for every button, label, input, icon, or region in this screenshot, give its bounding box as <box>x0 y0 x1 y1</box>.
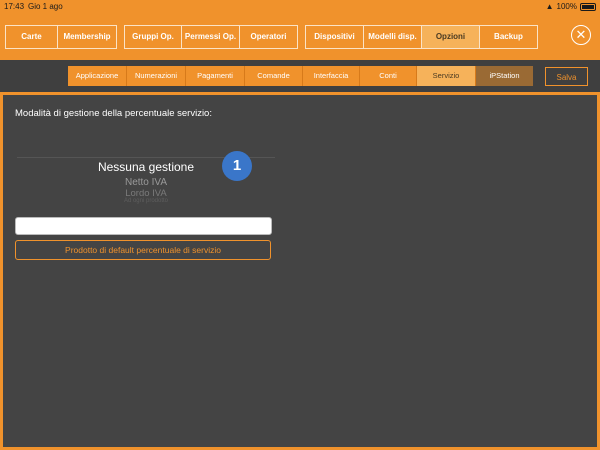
step-badge: 1 <box>222 151 252 181</box>
subtab-comande[interactable]: Comande <box>245 66 303 86</box>
options-subtabs: Applicazione Numerazioni Pagamenti Coman… <box>68 66 533 86</box>
options-subbar: Applicazione Numerazioni Pagamenti Coman… <box>0 60 600 92</box>
tab-group-operators: Gruppi Op. Permessi Op. Operatori <box>124 25 298 49</box>
tab-operatori[interactable]: Operatori <box>240 26 297 48</box>
subtab-numerazioni[interactable]: Numerazioni <box>127 66 186 86</box>
default-service-product-button[interactable]: Prodotto di default percentuale di servi… <box>15 240 271 260</box>
save-button[interactable]: Salva <box>545 67 588 86</box>
tab-modelli-disp[interactable]: Modelli disp. <box>364 26 422 48</box>
subtab-ipstation[interactable]: iPStation <box>476 66 533 86</box>
tab-gruppi-op[interactable]: Gruppi Op. <box>125 26 182 48</box>
tab-membership[interactable]: Membership <box>58 26 116 48</box>
status-right: ▲ 100% <box>546 0 596 13</box>
picker-option[interactable]: Ad ogni prodotto <box>17 198 275 204</box>
service-settings-panel: Modalità di gestione della percentuale s… <box>0 92 600 450</box>
text-field[interactable] <box>15 217 272 235</box>
close-icon[interactable]: ✕ <box>571 25 591 45</box>
tab-group-cards: Carte Membership <box>5 25 117 49</box>
subtab-interfaccia[interactable]: Interfaccia <box>303 66 360 86</box>
subtab-conti[interactable]: Conti <box>360 66 417 86</box>
tab-carte[interactable]: Carte <box>6 26 58 48</box>
tab-dispositivi[interactable]: Dispositivi <box>306 26 364 48</box>
battery-percent: 100% <box>556 2 577 11</box>
tab-group-devices: Dispositivi Modelli disp. Opzioni Backup <box>305 25 538 49</box>
main-toolbar: Carte Membership Gruppi Op. Permessi Op.… <box>0 13 600 60</box>
tab-permessi-op[interactable]: Permessi Op. <box>182 26 240 48</box>
tab-backup[interactable]: Backup <box>480 26 537 48</box>
section-title: Modalità di gestione della percentuale s… <box>15 108 212 119</box>
status-time: 17:43 <box>4 2 25 11</box>
subtab-pagamenti[interactable]: Pagamenti <box>186 66 245 86</box>
wifi-icon: ▲ <box>545 2 554 11</box>
subtab-applicazione[interactable]: Applicazione <box>68 66 127 86</box>
subtab-servizio[interactable]: Servizio <box>417 66 476 86</box>
status-bar: 17:43 Gio 1 ago ▲ 100% <box>0 0 600 13</box>
status-date: Gio 1 ago <box>28 2 63 11</box>
battery-icon <box>580 2 596 11</box>
tab-opzioni[interactable]: Opzioni <box>422 26 480 48</box>
